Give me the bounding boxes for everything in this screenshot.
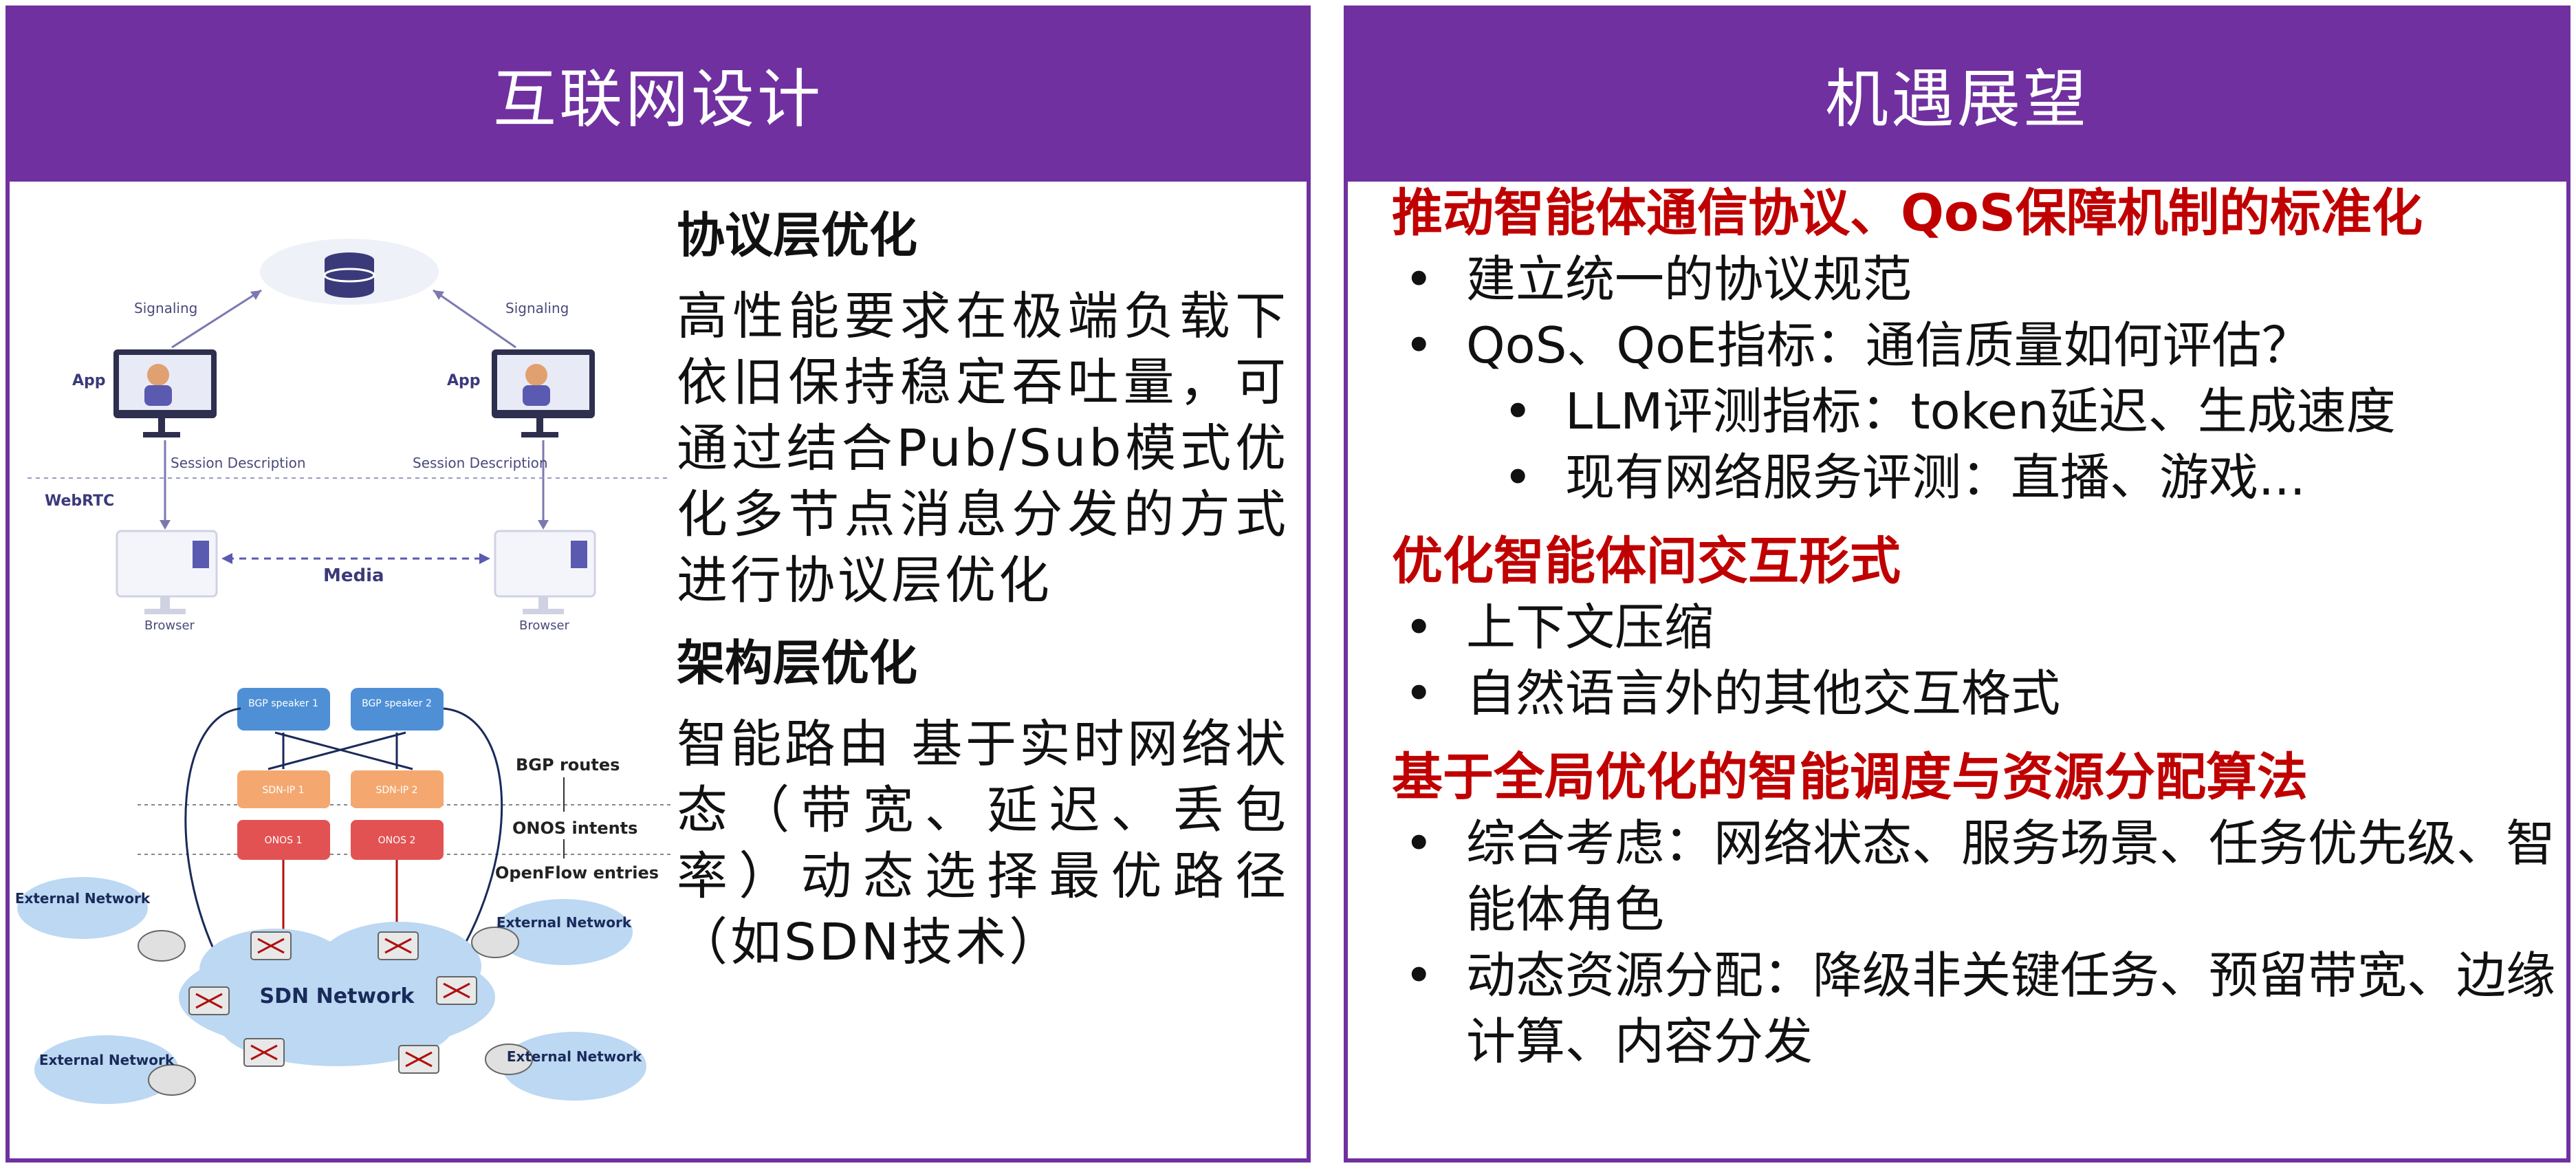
app-monitor-right (492, 349, 595, 437)
left-text-column: 协议层优化 高性能要求在极端负载下依旧保持稳定吞吐量，可通过结合Pub/Sub模… (677, 206, 1289, 996)
external-network-bottom-right (485, 1032, 646, 1101)
section-scheduling: 基于全局优化的智能调度与资源分配算法 综合考虑：网络状态、服务场景、任务优先级、… (1392, 744, 2561, 1074)
signaling-label-left: Signaling (134, 300, 197, 316)
sdn-ip-1-label: SDN-IP 1 (262, 785, 304, 796)
sdn-network-label: SDN Network (260, 984, 415, 1008)
webrtc-diagram: Signaling Signaling App App Session Desc… (21, 227, 674, 660)
list-item: 动态资源分配：降级非关键任务、预留带宽、边缘计算、内容分发 (1392, 942, 2561, 1074)
list-item: 建立统一的协议规范 (1392, 246, 2561, 312)
list-item: 上下文压缩 (1392, 594, 2561, 660)
browser-monitor-left (116, 530, 218, 614)
database-icon (323, 252, 375, 298)
signaling-arrow-right (433, 289, 516, 349)
panel-title-internet-design: 互联网设计 (6, 6, 1311, 182)
signaling-label-right: Signaling (505, 300, 569, 316)
external-network-label-1: External Network (15, 890, 151, 907)
browser-label-left: Browser (144, 618, 195, 633)
section-interaction-form: 优化智能体间交互形式 上下文压缩 自然语言外的其他交互格式 (1392, 528, 2561, 726)
onos-intents-label: ONOS intents (512, 819, 637, 838)
router-icon (138, 930, 186, 962)
architecture-layer-title: 架构层优化 (677, 635, 917, 691)
session-label-right: Session Description (413, 455, 548, 471)
list-item: 自然语言外的其他交互格式 (1392, 660, 2561, 726)
external-network-label-4: External Network (507, 1048, 642, 1065)
outlook-content: 推动智能体通信协议、QoS保障机制的标准化 建立统一的协议规范 QoS、QoE指… (1392, 180, 2561, 1092)
section-heading: 推动智能体通信协议、QoS保障机制的标准化 (1392, 184, 2423, 243)
external-network-label-2: External Network (496, 914, 632, 931)
app-label-right: App (447, 372, 481, 389)
protocol-layer-title: 协议层优化 (677, 207, 917, 263)
media-label: Media (323, 565, 384, 586)
bgp-speaker-2-box (351, 688, 444, 731)
app-monitor-left (113, 349, 217, 437)
sub-list-item: 现有网络服务评测：直播、游戏... (1392, 444, 2561, 510)
router-icon (148, 1064, 196, 1096)
external-network-top-right (471, 899, 633, 965)
bgp-routes-label: BGP routes (516, 755, 620, 775)
protocol-layer-body: 高性能要求在极端负载下依旧保持稳定吞吐量，可通过结合Pub/Sub模式优化多节点… (677, 287, 1289, 610)
external-network-bottom-left (34, 1035, 196, 1104)
section-standardization: 推动智能体通信协议、QoS保障机制的标准化 建立统一的协议规范 QoS、QoE指… (1392, 180, 2561, 510)
external-network-label-3: External Network (39, 1052, 175, 1068)
router-icon (471, 927, 519, 958)
bgp-speaker-1-label: BGP speaker 1 (248, 698, 318, 709)
onos-2-label: ONOS 2 (378, 835, 416, 846)
bgp-speaker-2-label: BGP speaker 2 (362, 698, 432, 709)
section-heading: 优化智能体间交互形式 (1392, 532, 1901, 591)
bgp-speaker-1-box (237, 688, 330, 731)
signaling-arrow-left (171, 289, 262, 349)
section-heading: 基于全局优化的智能调度与资源分配算法 (1392, 748, 2308, 807)
architecture-layer-body: 智能路由 基于实时网络状态（带宽、延迟、丢包率）动态选择最优路径（如SDN技术） (677, 715, 1289, 972)
onos-1-label: ONOS 1 (265, 835, 303, 846)
browser-label-right: Browser (519, 618, 570, 633)
openflow-entries-label: OpenFlow entries (495, 863, 659, 883)
panel-title-opportunity: 机遇展望 (1344, 6, 2570, 182)
sub-list-item: LLM评测指标：token延迟、生成速度 (1392, 378, 2561, 444)
sdn-diagram: BGP speaker 1 BGP speaker 2 SDN-IP 1 SDN… (14, 674, 674, 1114)
webrtc-label: WebRTC (45, 493, 114, 510)
list-item: 综合考虑：网络状态、服务场景、任务优先级、智能体角色 (1392, 810, 2561, 942)
session-label-left: Session Description (171, 455, 306, 471)
sdn-ip-2-label: SDN-IP 2 (375, 785, 417, 796)
browser-monitor-right (494, 530, 596, 614)
app-label-left: App (72, 372, 106, 389)
list-item: QoS、QoE指标：通信质量如何评估？ (1392, 312, 2561, 378)
